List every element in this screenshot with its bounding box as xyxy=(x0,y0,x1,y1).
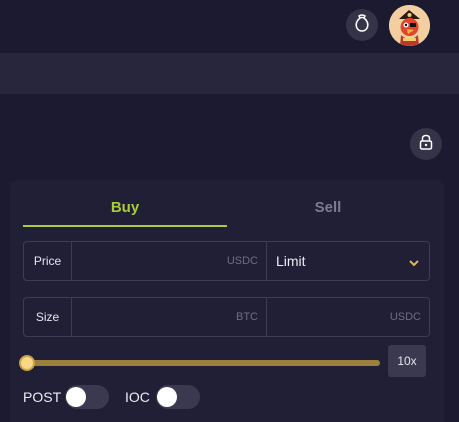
size-base-input[interactable]: BTC xyxy=(73,298,266,336)
ioc-label: IOC xyxy=(125,389,150,405)
post-label: POST xyxy=(23,389,62,405)
ioc-toggle[interactable] xyxy=(156,385,200,409)
top-bar xyxy=(0,0,459,53)
post-toggle[interactable] xyxy=(65,385,109,409)
wallet-button[interactable] xyxy=(346,9,378,41)
price-label: Price xyxy=(24,242,72,280)
tab-sell[interactable]: Sell xyxy=(226,197,430,227)
divider xyxy=(266,242,267,280)
order-type-select[interactable]: Limit xyxy=(276,242,306,280)
leverage-value[interactable]: 10x xyxy=(388,345,426,377)
price-row: Price USDC Limit xyxy=(23,241,430,281)
size-quote-input[interactable]: USDC xyxy=(267,298,429,336)
wallet-bag-icon xyxy=(354,13,370,37)
sub-header-bar xyxy=(0,53,459,94)
price-input[interactable]: USDC xyxy=(73,242,266,280)
lock-button[interactable] xyxy=(410,128,442,160)
leverage-slider-handle[interactable] xyxy=(19,355,35,371)
size-label: Size xyxy=(24,298,72,336)
tab-buy[interactable]: Buy xyxy=(23,197,227,227)
leverage-slider-track[interactable] xyxy=(27,360,380,366)
toggle-knob xyxy=(157,387,177,407)
toggle-knob xyxy=(66,387,86,407)
size-row: Size BTC USDC xyxy=(23,297,430,337)
lock-icon xyxy=(419,134,433,155)
chevron-down-icon[interactable] xyxy=(408,256,420,268)
pirate-parrot-avatar xyxy=(389,5,430,46)
avatar[interactable] xyxy=(389,5,430,46)
